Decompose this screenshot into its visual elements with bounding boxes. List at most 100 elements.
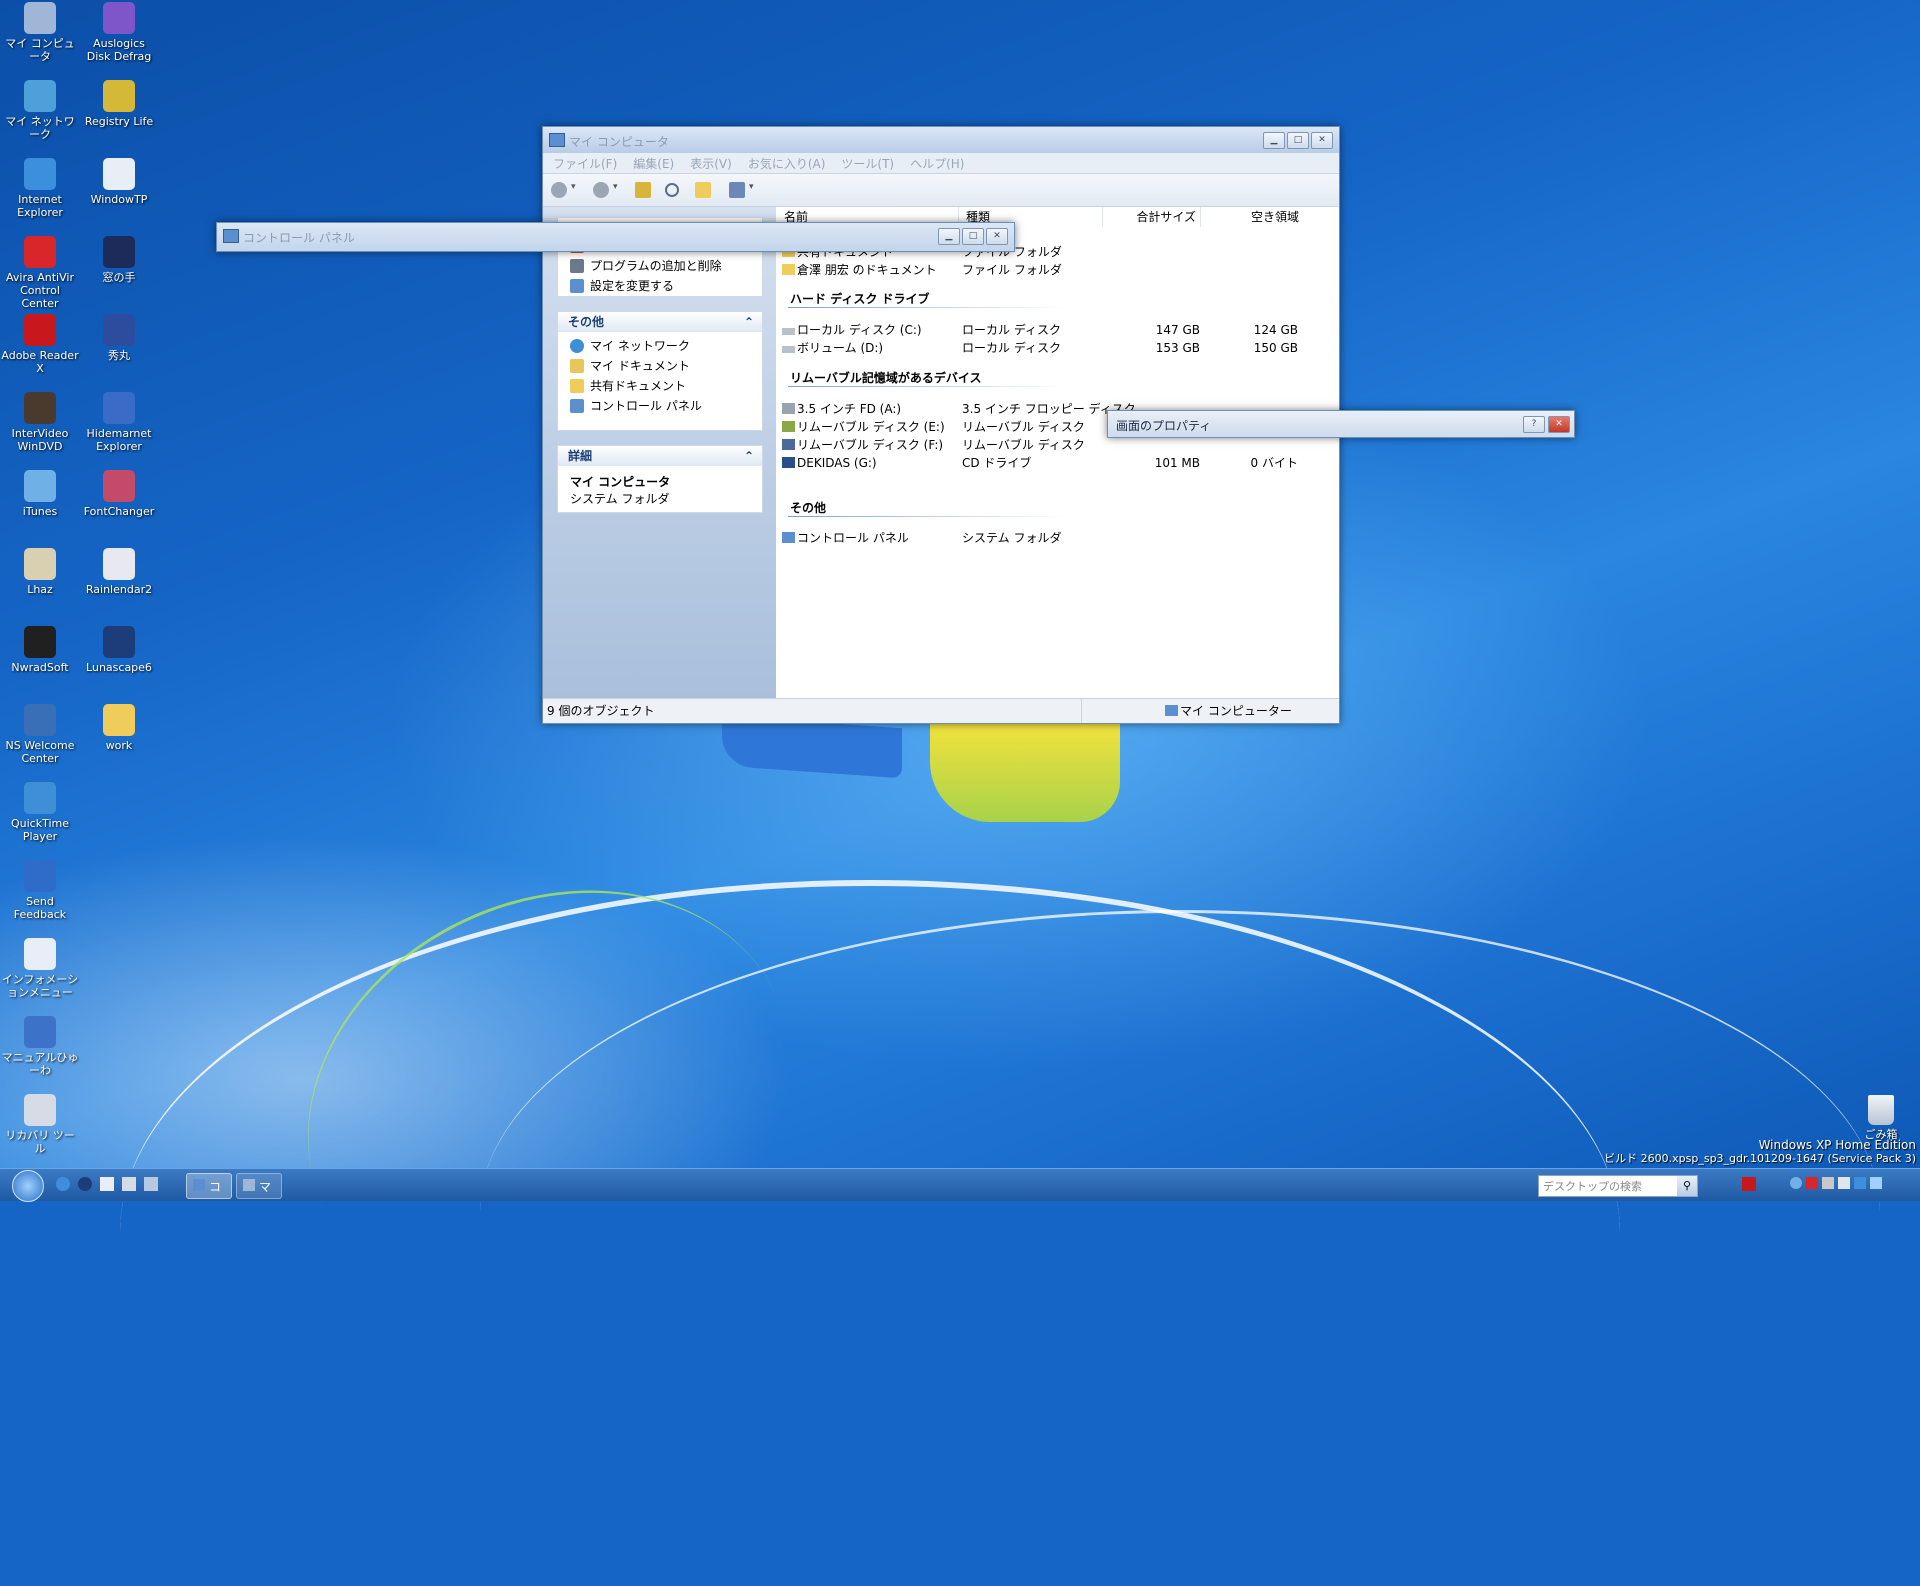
control-panel-titlebar[interactable]: コントロール パネル ▁ □ ✕ (217, 223, 1014, 249)
collapse-icon[interactable]: ⌃ (744, 312, 754, 332)
menu-help[interactable]: ヘルプ(H) (910, 155, 964, 172)
search-icon[interactable] (665, 183, 679, 197)
task-change-settings[interactable]: 設定を変更する (558, 276, 762, 296)
desktop-icon-label: リカバリ ツール (5, 1129, 75, 1155)
desktop-icon[interactable]: Lunascape6 (80, 626, 158, 674)
place-my-network[interactable]: マイ ネットワーク (558, 336, 762, 356)
minimize-button[interactable]: ▁ (938, 228, 960, 245)
maximize-button[interactable]: □ (1287, 132, 1309, 149)
maximize-button[interactable]: □ (962, 228, 984, 245)
desktop-icon-label: FontChanger (83, 505, 155, 518)
column-free-space[interactable]: 空き領域 (1204, 207, 1303, 227)
desktop-icon[interactable]: Lhaz (1, 548, 79, 596)
desktop-icon-label: iTunes (22, 505, 58, 518)
desktop-icon[interactable]: work (80, 704, 158, 752)
media-quicklaunch-icon[interactable] (100, 1177, 114, 1191)
forward-arrow-icon[interactable] (593, 182, 609, 198)
desktop-icon[interactable]: マニュアルひゅーわ (1, 1016, 79, 1077)
desktop-icon[interactable]: FontChanger (80, 470, 158, 518)
task-add-remove-programs[interactable]: プログラムの追加と削除 (558, 256, 762, 276)
windows-flag-blue (722, 715, 902, 779)
place-shared-documents[interactable]: 共有ドキュメント (558, 376, 762, 396)
list-item[interactable]: DEKIDAS (G:) CD ドライブ 101 MB 0 バイト (782, 454, 1302, 472)
desktop-icon[interactable]: WindowTP (80, 158, 158, 206)
forward-dropdown-icon[interactable]: ▾ (613, 182, 618, 192)
network-tray-icon[interactable] (1790, 1177, 1802, 1189)
menu-file[interactable]: ファイル(F) (553, 155, 617, 172)
place-my-documents[interactable]: マイ ドキュメント (558, 356, 762, 376)
desktop-icon[interactable]: Rainlendar2 (80, 548, 158, 596)
magnifier-icon[interactable]: ⚲ (1677, 1176, 1697, 1196)
show-desktop-icon[interactable] (1870, 1177, 1882, 1189)
info-tray-icon[interactable] (1854, 1177, 1866, 1189)
desktop-quicklaunch-icon[interactable] (144, 1177, 158, 1191)
menu-tools[interactable]: ツール(T) (841, 155, 894, 172)
floppy-icon (782, 403, 795, 414)
explorer-titlebar[interactable]: マイ コンピュータ ▁ □ ✕ (543, 127, 1339, 153)
desktop-search-box[interactable]: デスクトップの検索 ⚲ (1538, 1175, 1698, 1197)
desktop-icon-label: Internet Explorer (17, 193, 63, 219)
taskbar-my-computer-button[interactable]: マ (236, 1173, 282, 1199)
desktop-icon[interactable]: QuickTime Player (1, 782, 79, 843)
desktop-icon[interactable]: NS Welcome Center (1, 704, 79, 765)
desktop-icon[interactable]: Hidemarnet Explorer (80, 392, 158, 453)
desktop-icon[interactable]: Avira AntiVir Control Center (1, 236, 79, 310)
back-dropdown-icon[interactable]: ▾ (571, 182, 576, 192)
minimize-button[interactable]: ▁ (1263, 132, 1285, 149)
display-properties-window[interactable]: 画面のプロパティ ? ✕ (1107, 410, 1575, 438)
lunascape-quicklaunch-icon[interactable] (78, 1177, 92, 1191)
desktop-icon[interactable]: 窓の手 (80, 236, 158, 284)
desktop-icon[interactable]: リカバリ ツール (1, 1094, 79, 1155)
folders-icon[interactable] (695, 182, 711, 198)
desktop-icon[interactable]: Registry Life (80, 80, 158, 128)
build-watermark: Windows XP Home Edition ビルド 2600.xpsp_sp… (1604, 1138, 1916, 1166)
app-icon (24, 236, 56, 268)
back-arrow-icon[interactable] (551, 182, 567, 198)
close-button[interactable]: ✕ (1311, 132, 1333, 149)
desktop-icon[interactable]: インフォメーションメニュー (1, 938, 79, 999)
list-item[interactable]: コントロール パネル システム フォルダ (782, 529, 1302, 547)
app-icon (103, 236, 135, 268)
details-header[interactable]: 詳細 ⌃ (558, 446, 762, 466)
help-button[interactable]: ? (1523, 416, 1545, 433)
desktop-icon[interactable]: Internet Explorer (1, 158, 79, 219)
desktop-icon[interactable]: マイ コンピュータ (1, 2, 79, 63)
desktop-icon[interactable]: NwradSoft (1, 626, 79, 674)
avira-tray-icon[interactable] (1806, 1177, 1818, 1189)
column-total-size[interactable]: 合計サイズ (1106, 207, 1201, 227)
taskbar: コ マ デスクトップの検索 ⚲ (0, 1168, 1920, 1202)
desktop-icon[interactable]: Adobe Reader X (1, 314, 79, 375)
desktop-icon[interactable]: Auslogics Disk Defrag (80, 2, 158, 63)
control-panel-window[interactable]: コントロール パネル ▁ □ ✕ (216, 222, 1015, 252)
list-item[interactable]: ボリューム (D:) ローカル ディスク 153 GB 150 GB (782, 339, 1302, 357)
list-item[interactable]: リムーバブル ディスク (F:) リムーバブル ディスク (782, 436, 1302, 454)
desktop-icon[interactable]: 秀丸 (80, 314, 158, 362)
collapse-icon[interactable]: ⌃ (744, 446, 754, 466)
list-item[interactable]: ローカル ディスク (C:) ローカル ディスク 147 GB 124 GB (782, 321, 1302, 339)
app-icon (24, 470, 56, 502)
desktop-icon[interactable]: iTunes (1, 470, 79, 518)
views-icon[interactable] (729, 182, 745, 198)
desktop-icon-label: Lunascape6 (86, 661, 152, 674)
adobe-tray-icon[interactable] (1742, 1177, 1756, 1191)
close-button[interactable]: ✕ (986, 228, 1008, 245)
other-places-header[interactable]: その他 ⌃ (558, 312, 762, 332)
start-button[interactable] (12, 1170, 44, 1202)
volume-tray-icon[interactable] (1822, 1177, 1834, 1189)
menu-edit[interactable]: 編集(E) (633, 155, 674, 172)
taskbar-control-panel-button[interactable]: コ (186, 1173, 232, 1199)
recycle-bin[interactable]: ごみ箱 (1842, 1095, 1920, 1141)
views-dropdown-icon[interactable]: ▾ (749, 182, 754, 192)
desktop-icon[interactable]: Send Feedback (1, 860, 79, 921)
menu-favorites[interactable]: お気に入り(A) (748, 155, 826, 172)
desktop-icon[interactable]: マイ ネットワーク (1, 80, 79, 141)
place-control-panel[interactable]: コントロール パネル (558, 396, 762, 416)
desktop-icon[interactable]: InterVideo WinDVD (1, 392, 79, 453)
close-button[interactable]: ✕ (1548, 416, 1570, 433)
usb-tray-icon[interactable] (1838, 1177, 1850, 1189)
folder-quicklaunch-icon[interactable] (122, 1177, 136, 1191)
up-folder-icon[interactable] (635, 182, 651, 198)
list-item[interactable]: 倉澤 朋宏 のドキュメント ファイル フォルダ (782, 261, 1302, 279)
ie-quicklaunch-icon[interactable] (56, 1177, 70, 1191)
menu-view[interactable]: 表示(V) (690, 155, 732, 172)
